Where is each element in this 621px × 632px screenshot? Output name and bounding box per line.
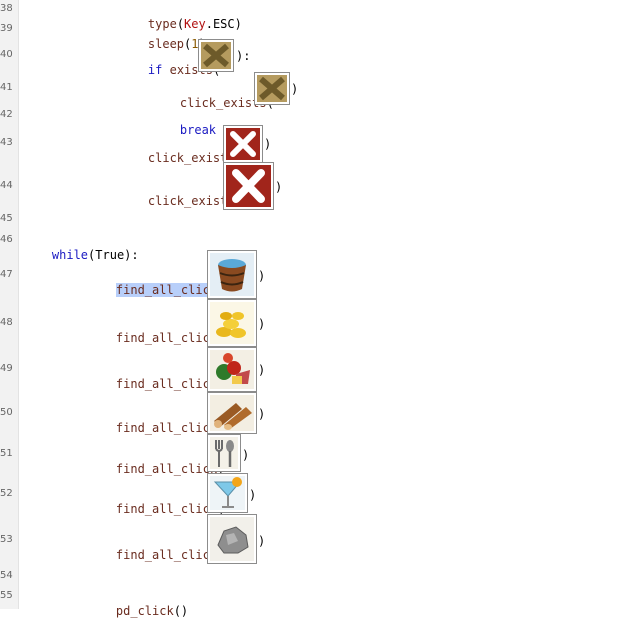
line-number: 50 (0, 407, 13, 418)
code-line-50[interactable]: find_all_click( (87, 407, 224, 449)
stone-ore-icon[interactable] (207, 514, 257, 564)
x-close-dim-icon[interactable] (254, 72, 290, 105)
line-number: 41 (0, 82, 13, 93)
x-close-red-icon[interactable] (223, 162, 274, 210)
line-number: 40 (0, 49, 13, 60)
x-close-red-icon[interactable] (223, 125, 263, 163)
code-line-55[interactable]: pd_click() (87, 590, 188, 632)
fork-spoon-icon[interactable] (207, 434, 241, 472)
code-line-52-end: ) (249, 488, 257, 502)
line-number: 55 (0, 590, 13, 601)
line-number: 43 (0, 137, 13, 148)
line-number: 47 (0, 269, 13, 280)
code-line-51[interactable]: find_all_click( (87, 448, 224, 490)
line-number: 49 (0, 363, 13, 374)
code-line-51-end: ) (242, 448, 250, 462)
code-line-47[interactable]: find_all_click( (87, 269, 224, 311)
code-line-53[interactable]: find_all_click( (87, 534, 224, 576)
code-line-48-end: ) (258, 317, 266, 331)
code-line-41-end: ) (291, 82, 299, 96)
line-number: 45 (0, 213, 13, 224)
line-number: 52 (0, 488, 13, 499)
bucket-icon[interactable] (207, 250, 257, 299)
code-line-49-end: ) (258, 363, 266, 377)
line-number: 44 (0, 180, 13, 191)
line-number: 51 (0, 448, 13, 459)
code-line-43-end: ) (264, 137, 272, 151)
x-close-dim-icon[interactable] (198, 39, 234, 72)
selected-text: find_all_click (115, 283, 218, 297)
line-number-gutter: 38 39 40 41 42 43 44 45 46 47 48 49 50 5… (0, 0, 19, 609)
line-number: 48 (0, 317, 13, 328)
line-number: 53 (0, 534, 13, 545)
code-line-40-end: ): (236, 49, 251, 63)
code-line-49[interactable]: find_all_click( (87, 363, 224, 405)
line-number: 38 (0, 3, 13, 14)
code-line-44-end: ) (275, 180, 283, 194)
cocktail-icon[interactable] (207, 473, 248, 513)
code-line-50-end: ) (258, 407, 266, 421)
code-line-53-end: ) (258, 534, 266, 548)
line-number: 42 (0, 109, 13, 120)
line-number: 54 (0, 570, 13, 581)
wood-logs-icon[interactable] (207, 392, 257, 434)
code-line-48[interactable]: find_all_click( (87, 317, 224, 359)
code-line-47-end: ) (258, 269, 266, 283)
gold-coins-icon[interactable] (207, 299, 257, 347)
line-number: 46 (0, 234, 13, 245)
code-editor[interactable]: 38 39 40 41 42 43 44 45 46 47 48 49 50 5… (0, 0, 621, 618)
code-line-52[interactable]: find_all_click( (87, 488, 224, 530)
food-basket-icon[interactable] (207, 347, 257, 392)
line-number: 39 (0, 23, 13, 34)
